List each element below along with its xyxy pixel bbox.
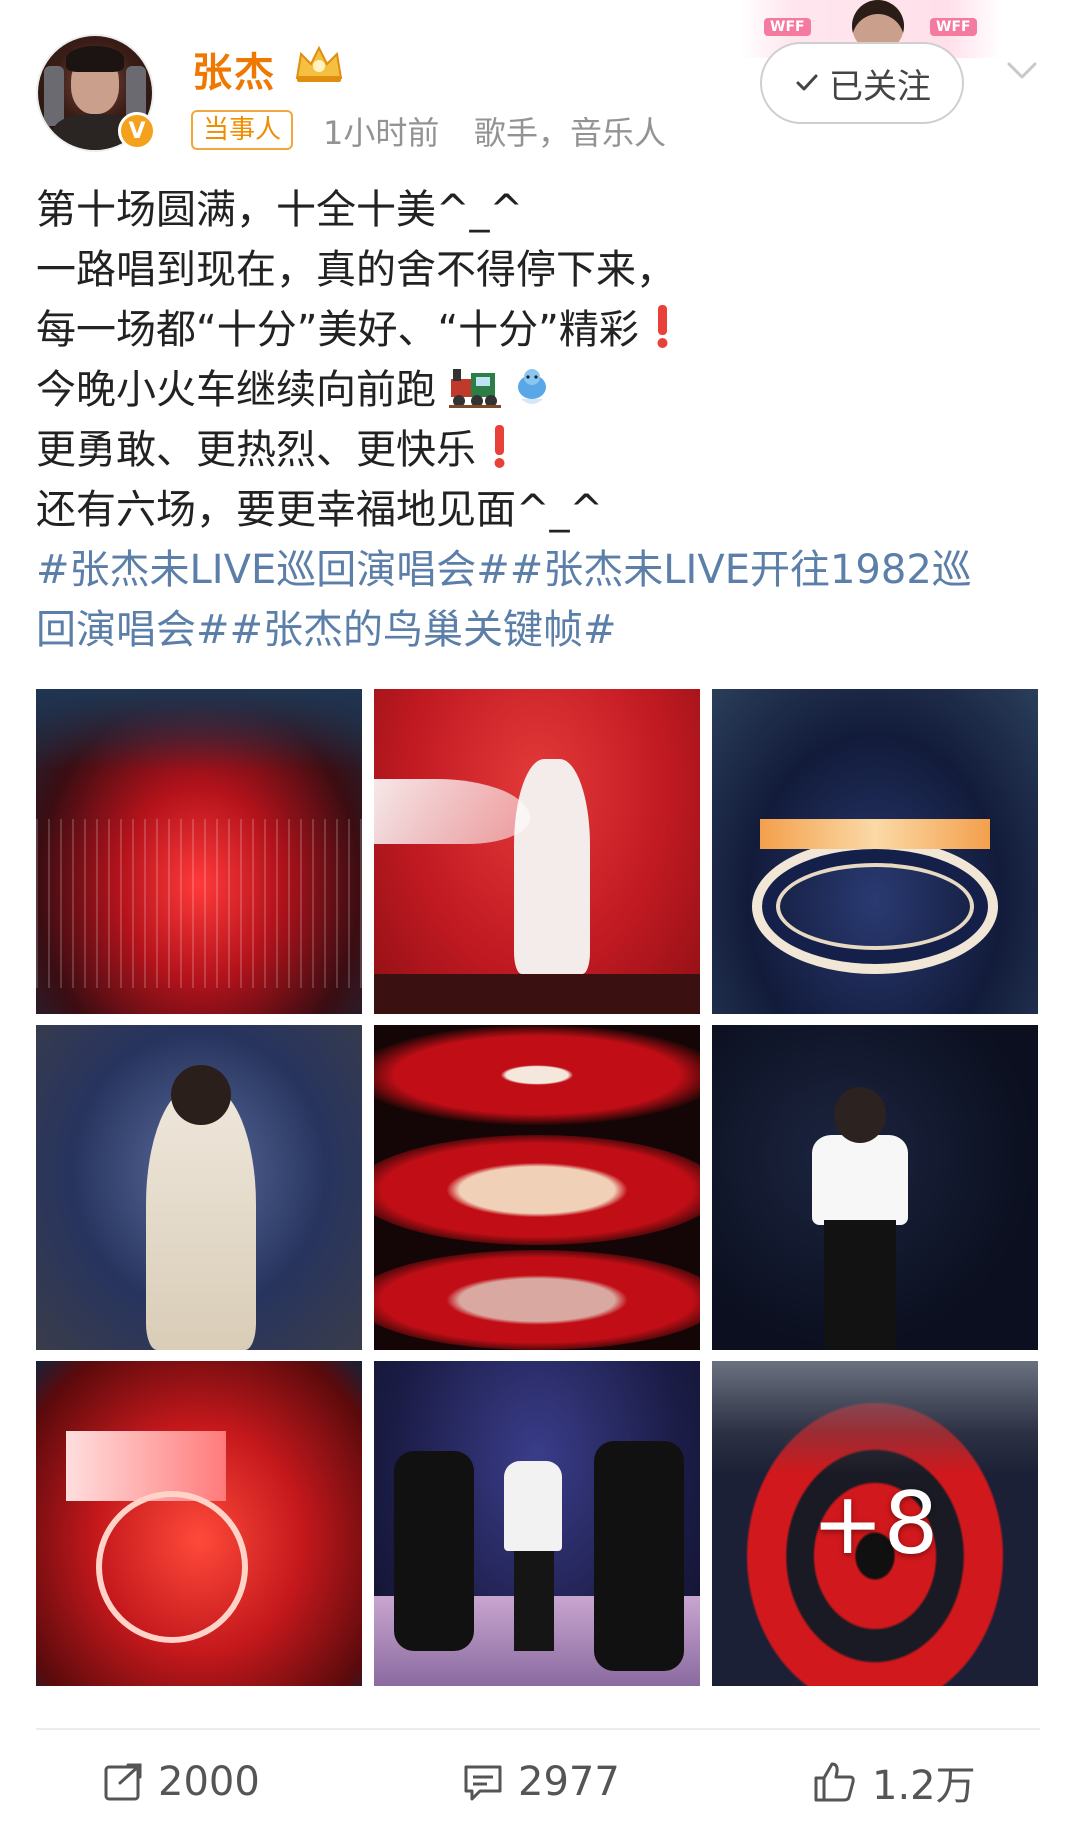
stage-led-screen [66,1431,226,1501]
like-button[interactable]: 1.2万 [812,1752,976,1812]
party-tag: 当事人 [191,110,294,150]
wff-tag-left: WFF [764,18,811,36]
singer-white-shirt-tile[interactable] [712,1025,1038,1350]
check-icon [796,74,818,91]
stadium-ring-stage-tile[interactable] [712,689,1038,1014]
post-line-2: 一路唱到现在，真的舍不得停下来， [36,247,676,293]
stadium-red-light-tile[interactable] [36,689,362,1014]
divider [36,1728,1040,1730]
comment-count: 2977 [518,1759,620,1805]
genie-icon [518,369,547,404]
repost-button[interactable]: 2000 [102,1752,260,1812]
comment-button[interactable]: 2977 [462,1752,620,1812]
hashtag-block[interactable]: #张杰未LIVE巡回演唱会##张杰未LIVE开往1982巡 回演唱会##张杰的鸟… [36,540,1036,660]
post-line-3: 每一场都“十分”美好、“十分”精彩 [36,300,1036,360]
comment-icon [464,1765,502,1801]
hashtag-line-2[interactable]: 回演唱会##张杰的鸟巢关键帧# [36,600,1036,660]
repost-icon [104,1763,142,1801]
lead-trousers [514,1551,554,1651]
chevron-down-icon[interactable] [1003,52,1041,90]
crown-icon [295,45,343,82]
ring-stage [752,839,998,974]
black-trousers [824,1220,896,1350]
red-circle-top [374,1025,700,1125]
repost-count: 2000 [158,1759,260,1805]
flowing-sleeve [374,779,530,844]
post-line-6: 还有六场，要更幸福地见面^_^ [36,487,604,533]
hashtag-line-1[interactable]: #张杰未LIVE巡回演唱会##张杰未LIVE开往1982巡 [36,540,1036,600]
performer-robe [514,759,590,974]
more-images-count[interactable]: +8 [712,1361,1038,1686]
dancer-left [394,1451,474,1651]
post-line-4: 今晚小火车继续向前跑 [36,360,1036,420]
red-circle-dancers-tile[interactable] [374,1025,700,1350]
wff-tag-right: WFF [930,18,977,36]
thumbs-up-icon [814,1762,855,1802]
stage-logo-ring [96,1491,248,1643]
singer-white-costume-tile[interactable] [36,1025,362,1350]
username[interactable]: 张杰 [192,40,276,98]
author-role: 歌手，音乐人 [474,114,667,152]
group-performers-tile[interactable] [374,1361,700,1686]
exclamation-icon [494,425,505,468]
light-beams [36,819,362,988]
train-icon [448,369,501,408]
followed-button[interactable]: 已关注 [760,42,964,124]
exclamation-icon [657,305,668,348]
post-line-5: 更勇敢、更热烈、更快乐 [36,420,1036,480]
post-line-1: 第十场圆满，十全十美^_^ [36,187,524,233]
white-shirt [812,1135,908,1225]
dancer-right [594,1441,684,1671]
performer-head [834,1087,886,1143]
stage-screen [760,819,990,849]
avatar-armor-left [44,66,64,126]
image-grid: +8 [36,689,1040,1687]
red-circle-bottom [374,1250,700,1350]
singer-head [171,1065,231,1125]
white-robe-performer-tile[interactable] [374,689,700,1014]
like-count: 1.2万 [872,1763,976,1809]
red-stage-logo-tile[interactable] [36,1361,362,1686]
verified-badge-icon: V [118,112,156,150]
lead-white-shirt [504,1461,562,1551]
post-time: 1小时前 [323,114,440,152]
stage-floor [374,974,700,1014]
red-circle-middle [374,1135,700,1245]
followed-label: 已关注 [829,66,931,107]
post-content: 第十场圆满，十全十美^_^ 一路唱到现在，真的舍不得停下来， 每一场都“十分”美… [36,180,1036,660]
avatar-hair [66,46,124,72]
stadium-target-stage-tile[interactable]: +8 [712,1361,1038,1686]
